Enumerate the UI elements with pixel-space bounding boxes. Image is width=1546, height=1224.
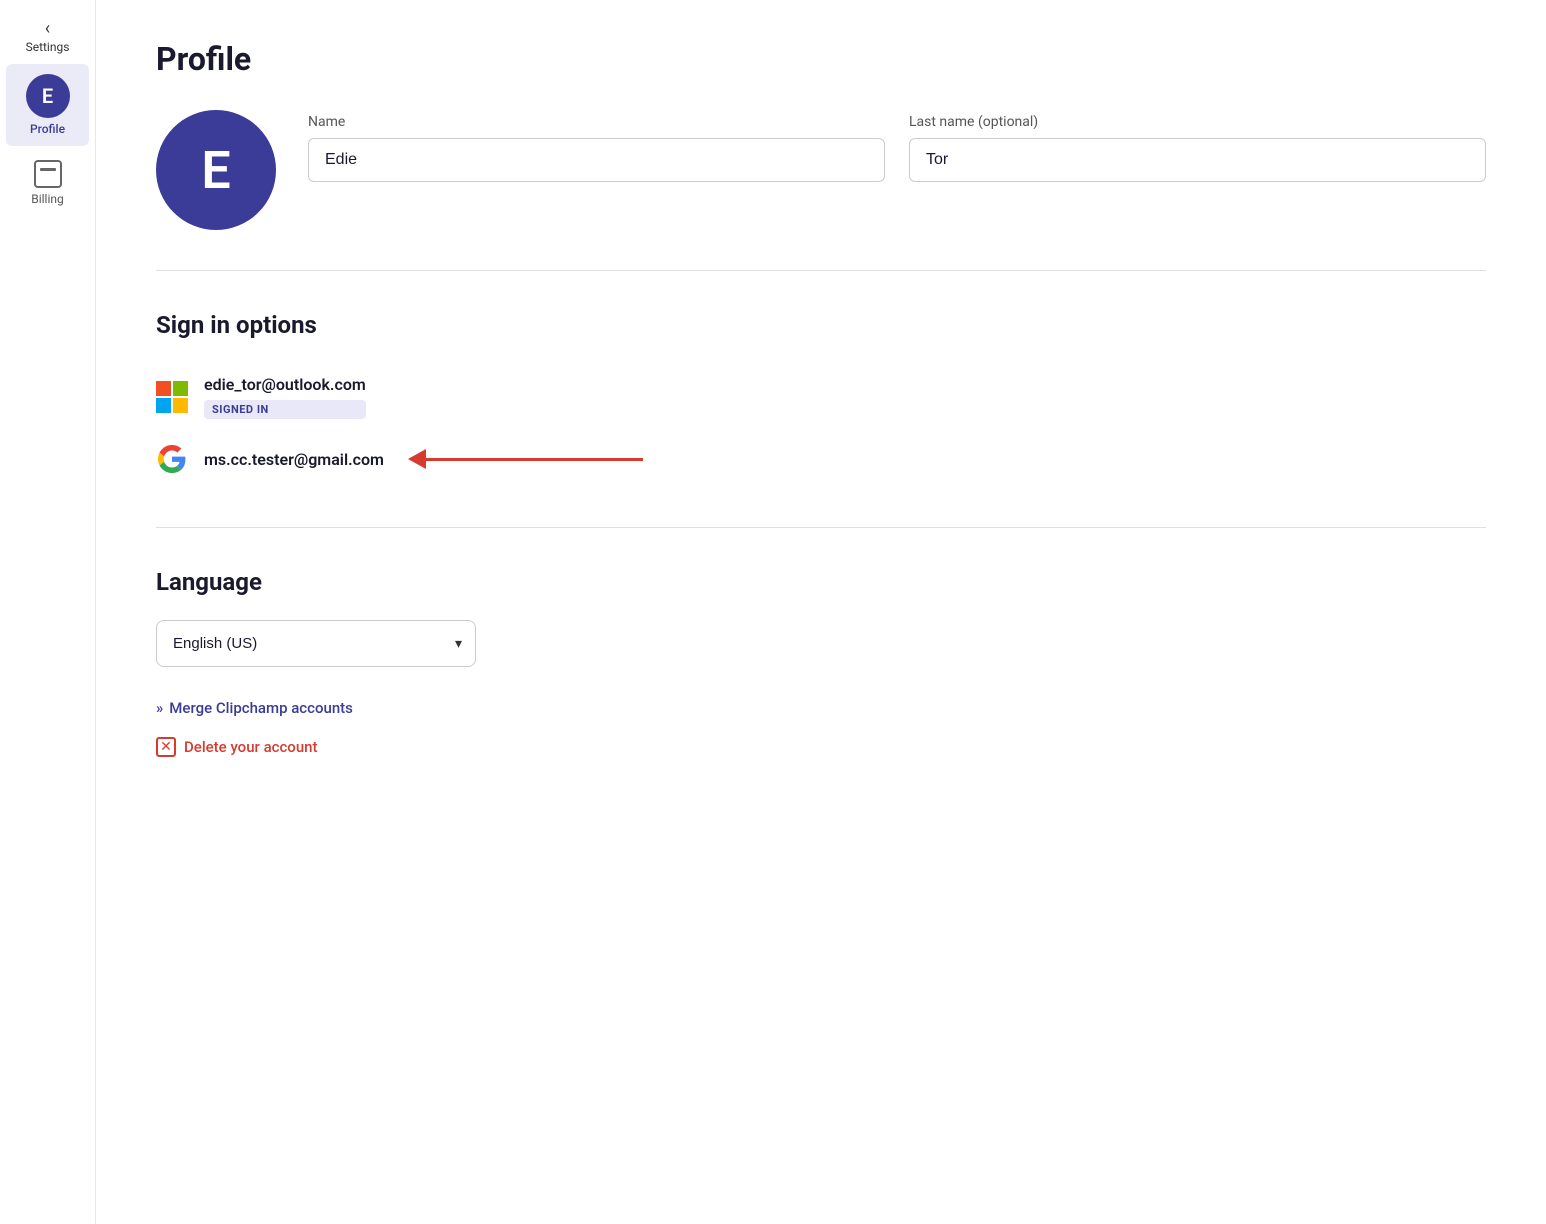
ms-yellow (173, 398, 188, 413)
microsoft-account-item: edie_tor@outlook.com SIGNED IN (156, 363, 1486, 431)
page-title: Profile (156, 40, 1486, 78)
arrow-annotation (408, 449, 643, 469)
language-title: Language (156, 568, 1486, 596)
microsoft-icon (156, 381, 188, 413)
sidebar-item-profile-label: Profile (30, 122, 65, 136)
sidebar-item-profile[interactable]: E Profile (6, 64, 89, 146)
ms-blue (156, 398, 171, 413)
name-label: Name (308, 114, 885, 130)
merge-link-label: Merge Clipchamp accounts (169, 699, 353, 717)
google-account-item: ms.cc.tester@gmail.com (156, 431, 1486, 487)
sign-in-options-title: Sign in options (156, 311, 1486, 339)
delete-account-link[interactable]: ✕ Delete your account (156, 737, 1486, 757)
delete-icon: ✕ (156, 737, 176, 757)
red-arrow (408, 449, 643, 469)
avatar: E (26, 74, 70, 118)
last-name-label: Last name (optional) (909, 114, 1486, 130)
language-section: Language English (US) English (UK) Españ… (156, 568, 1486, 757)
merge-accounts-link[interactable]: » Merge Clipchamp accounts (156, 699, 1486, 717)
sidebar-item-billing[interactable]: Billing (0, 150, 95, 216)
ms-green (173, 381, 188, 396)
microsoft-email: edie_tor@outlook.com (204, 375, 366, 394)
profile-section: E Name Last name (optional) (156, 110, 1486, 271)
arrow-line (423, 458, 643, 461)
avatar-letter: E (42, 84, 53, 108)
language-select[interactable]: English (US) English (UK) Español França… (156, 620, 476, 667)
delete-link-label: Delete your account (184, 738, 318, 756)
last-name-field-group: Last name (optional) (909, 114, 1486, 182)
language-select-wrapper: English (US) English (UK) Español França… (156, 620, 476, 667)
main-content: Profile E Name Last name (optional) Sign… (96, 0, 1546, 1224)
google-icon (156, 443, 188, 475)
last-name-input[interactable] (909, 138, 1486, 182)
settings-label: Settings (26, 40, 70, 54)
chevron-left-icon: ‹ (45, 20, 50, 38)
signed-in-badge: SIGNED IN (204, 400, 366, 419)
name-fields-container: Name Last name (optional) (308, 114, 1486, 182)
microsoft-account-info: edie_tor@outlook.com SIGNED IN (204, 375, 366, 419)
name-field-group: Name (308, 114, 885, 182)
sidebar-item-billing-label: Billing (31, 192, 64, 206)
name-input[interactable] (308, 138, 885, 182)
google-email: ms.cc.tester@gmail.com (204, 450, 384, 469)
sign-in-options-section: Sign in options edie_tor@outlook.com SIG… (156, 311, 1486, 528)
back-button[interactable]: ‹ Settings (0, 12, 95, 62)
billing-icon (34, 160, 62, 188)
ms-red (156, 381, 171, 396)
profile-avatar: E (156, 110, 276, 230)
action-links: » Merge Clipchamp accounts ✕ Delete your… (156, 699, 1486, 757)
profile-avatar-letter: E (201, 140, 230, 201)
merge-arrows-icon: » (156, 699, 163, 717)
sidebar: ‹ Settings E Profile Billing (0, 0, 96, 1224)
